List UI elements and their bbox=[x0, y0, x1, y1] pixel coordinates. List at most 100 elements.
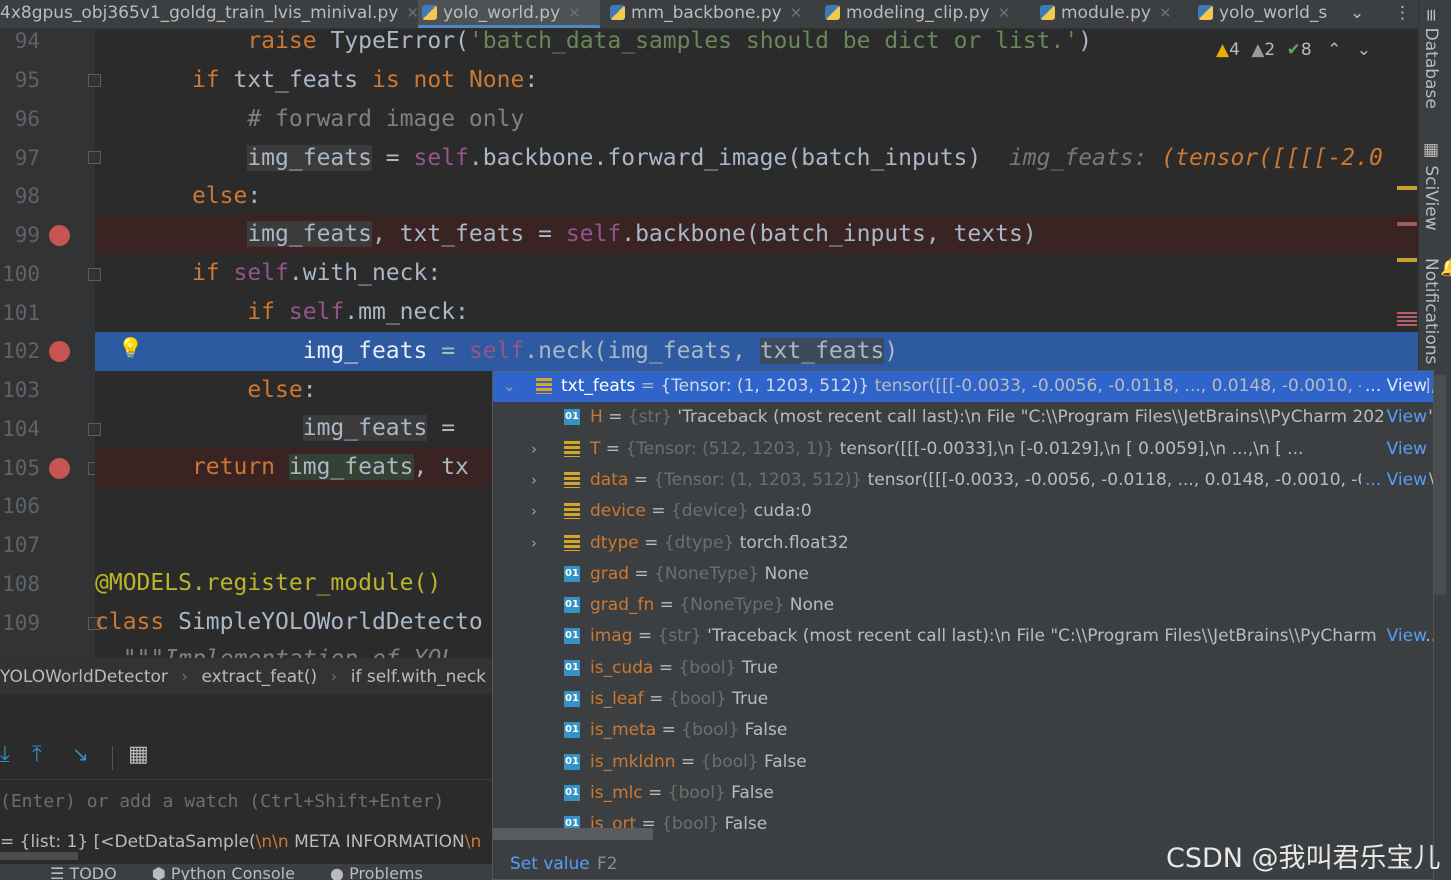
variable-type: {Tensor: (1, 1203, 512)} bbox=[653, 469, 863, 490]
tab-label: modeling_clip.py bbox=[846, 3, 990, 23]
view-link[interactable]: View bbox=[1382, 433, 1427, 465]
chevron-right-icon[interactable]: › bbox=[531, 496, 537, 527]
variable-tree-row[interactable]: ⌄ txt_feats = {Tensor: (1, 1203, 512)} te… bbox=[493, 371, 1433, 402]
breakpoint-icon[interactable] bbox=[49, 341, 70, 362]
chevron-right-icon[interactable]: › bbox=[531, 528, 537, 559]
close-icon[interactable]: ✕ bbox=[1159, 4, 1172, 22]
variable-tree-row[interactable]: 01 imag = {str} 'Traceback (most recent c… bbox=[493, 621, 1433, 653]
variable-type: {bool} bbox=[678, 657, 737, 678]
chevron-down-icon[interactable]: ⌄ bbox=[503, 371, 516, 402]
code-line-101[interactable]: if self.mm_neck: bbox=[95, 293, 1418, 332]
evaluate-expression-icon[interactable]: ▦ bbox=[128, 742, 149, 767]
bottom-tool-tabs: ☰ TODO ⬢ Python Console ● Problems bbox=[0, 864, 492, 880]
tab-python-console[interactable]: ⬢ Python Console bbox=[152, 864, 295, 880]
view-link[interactable]: View bbox=[1382, 621, 1427, 653]
chevron-right-icon[interactable]: › bbox=[531, 434, 537, 465]
variable-name: imag bbox=[590, 626, 633, 647]
variable-type: {bool} bbox=[700, 751, 759, 772]
code-line-95[interactable]: if txt_feats is not None: bbox=[95, 61, 1418, 100]
chevron-up-icon[interactable]: ⌃ bbox=[1327, 40, 1341, 60]
code-line-99[interactable]: img_feats, txt_feats = self.backbone(bat… bbox=[95, 215, 1418, 254]
chevron-right-icon[interactable]: › bbox=[531, 465, 537, 496]
variable-name: grad bbox=[590, 563, 629, 584]
close-icon[interactable]: ✕ bbox=[568, 4, 581, 22]
tab-todo[interactable]: ☰ TODO bbox=[50, 864, 117, 880]
variable-name: is_mkldnn bbox=[590, 751, 676, 772]
inspection-widget[interactable]: ▲4 ▲2 ✔8 ⌃ ⌄ bbox=[1216, 40, 1371, 60]
variable-value: True bbox=[741, 657, 778, 678]
variable-name: is_cuda bbox=[590, 657, 654, 678]
editor-gutter: 94 95 96 97 98 99 100 101 102 103 104 10… bbox=[0, 28, 101, 658]
variable-tree-row[interactable]: 01 grad_fn = {NoneType} None bbox=[493, 590, 1433, 621]
object-icon bbox=[564, 440, 580, 457]
close-icon[interactable]: ✕ bbox=[790, 4, 803, 22]
variable-value: False bbox=[763, 751, 807, 772]
intention-bulb-icon[interactable]: 💡 bbox=[118, 336, 143, 360]
variable-tree-row[interactable]: 01 is_cuda = {bool} True bbox=[493, 653, 1433, 684]
horizontal-scrollbar[interactable] bbox=[493, 828, 653, 840]
vertical-scrollbar[interactable] bbox=[1434, 375, 1446, 595]
variable-tree-row[interactable]: 01 is_meta = {bool} False bbox=[493, 715, 1433, 746]
breadcrumb-item[interactable]: YOLOWorldDetector bbox=[0, 667, 168, 687]
close-icon[interactable]: ✕ bbox=[998, 4, 1011, 22]
toolbar-divider bbox=[112, 746, 113, 770]
variable-tree-row[interactable]: › T = {Tensor: (512, 1203, 1)} tensor([[[… bbox=[493, 433, 1433, 465]
stripe-marker[interactable] bbox=[1397, 312, 1417, 326]
breakpoint-icon[interactable] bbox=[49, 225, 70, 246]
variable-name: H bbox=[590, 407, 603, 428]
breadcrumb-item[interactable]: extract_feat() bbox=[202, 667, 318, 687]
tab-label: mm_backbone.py bbox=[631, 3, 782, 23]
variable-value: None bbox=[764, 563, 809, 584]
variable-tree-row[interactable]: 01 grad = {NoneType} None bbox=[493, 559, 1433, 590]
code-line-97[interactable]: img_feats = self.backbone.forward_image(… bbox=[95, 139, 1418, 178]
stripe-marker[interactable] bbox=[1397, 258, 1417, 262]
tool-window-database[interactable]: ≡ Database bbox=[1421, 8, 1441, 109]
variable-tree-row[interactable]: 01 is_mlc = {bool} False bbox=[493, 778, 1433, 809]
tool-window-sciview[interactable]: ▦ SciView bbox=[1421, 140, 1441, 231]
chevron-right-icon: › bbox=[181, 667, 189, 687]
code-line-102-current[interactable]: img_feats = self.neck(img_feats, txt_fea… bbox=[95, 332, 1418, 371]
line-number: 106 bbox=[2, 494, 40, 518]
step-out-icon[interactable]: ⤒ bbox=[32, 742, 42, 767]
variable-tree-row[interactable]: 01 is_leaf = {bool} True bbox=[493, 684, 1433, 715]
variable-value: 'Traceback (most recent call last):\n Fi… bbox=[707, 626, 1433, 647]
variable-value: False bbox=[744, 720, 788, 741]
debug-toolbar: ⤓ ⤒ ↘ ▦ bbox=[0, 740, 492, 776]
code-line-96[interactable]: # forward image only bbox=[95, 100, 1418, 139]
variable-tree-row[interactable]: 01 is_mkldnn = {bool} False bbox=[493, 747, 1433, 778]
variable-tree-row[interactable]: › dtype = {dtype} torch.float32 bbox=[493, 528, 1433, 559]
line-number: 98 bbox=[14, 184, 40, 208]
variable-type: {str} bbox=[657, 626, 702, 647]
line-number: 104 bbox=[2, 417, 40, 441]
step-into-icon[interactable]: ⤓ bbox=[0, 742, 10, 767]
watch-input[interactable]: (Enter) or add a watch (Ctrl+Shift+Enter… bbox=[0, 779, 492, 824]
chevron-down-icon[interactable]: ⌄ bbox=[1357, 40, 1371, 60]
tab-problems[interactable]: ● Problems bbox=[330, 864, 423, 880]
stripe-marker[interactable] bbox=[1397, 186, 1417, 190]
code-line-100[interactable]: if self.with_neck: bbox=[95, 254, 1418, 293]
python-file-icon bbox=[422, 5, 437, 20]
view-link[interactable]: ... View bbox=[1361, 464, 1427, 496]
line-number: 108 bbox=[2, 572, 40, 596]
variable-value: torch.float32 bbox=[739, 532, 849, 553]
variable-value: None bbox=[789, 595, 835, 616]
code-line-98[interactable]: else: bbox=[95, 177, 1418, 216]
variable-tree-row[interactable]: › data = {Tensor: (1, 1203, 512)} tensor(… bbox=[493, 464, 1433, 496]
horizontal-scrollbar[interactable] bbox=[0, 852, 78, 860]
variable-tree-row[interactable]: › device = {device} cuda:0 bbox=[493, 496, 1433, 527]
database-icon: ≡ bbox=[1421, 8, 1441, 28]
tab-label: yolo_world.py bbox=[443, 3, 561, 23]
breadcrumb-item[interactable]: if self.with_neck bbox=[351, 667, 486, 687]
variable-name: dtype bbox=[590, 532, 639, 553]
breakpoint-icon[interactable] bbox=[49, 458, 70, 479]
view-link[interactable]: View bbox=[1382, 402, 1427, 434]
view-link[interactable]: ... View bbox=[1361, 371, 1427, 402]
variable-value: tensor([[[-0.0033, -0.0056, -0.0118, ...… bbox=[867, 469, 1433, 490]
line-number: 96 bbox=[14, 107, 40, 131]
tool-window-notifications[interactable]: 🔔 Notifications bbox=[1421, 258, 1451, 370]
run-to-cursor-icon[interactable]: ↘ bbox=[72, 742, 89, 766]
set-value-link[interactable]: Set value bbox=[510, 848, 590, 880]
variable-tree-row[interactable]: 01 H = {str} 'Traceback (most recent call… bbox=[493, 402, 1433, 434]
stripe-marker[interactable] bbox=[1397, 222, 1417, 226]
variable-value: False bbox=[731, 782, 774, 803]
